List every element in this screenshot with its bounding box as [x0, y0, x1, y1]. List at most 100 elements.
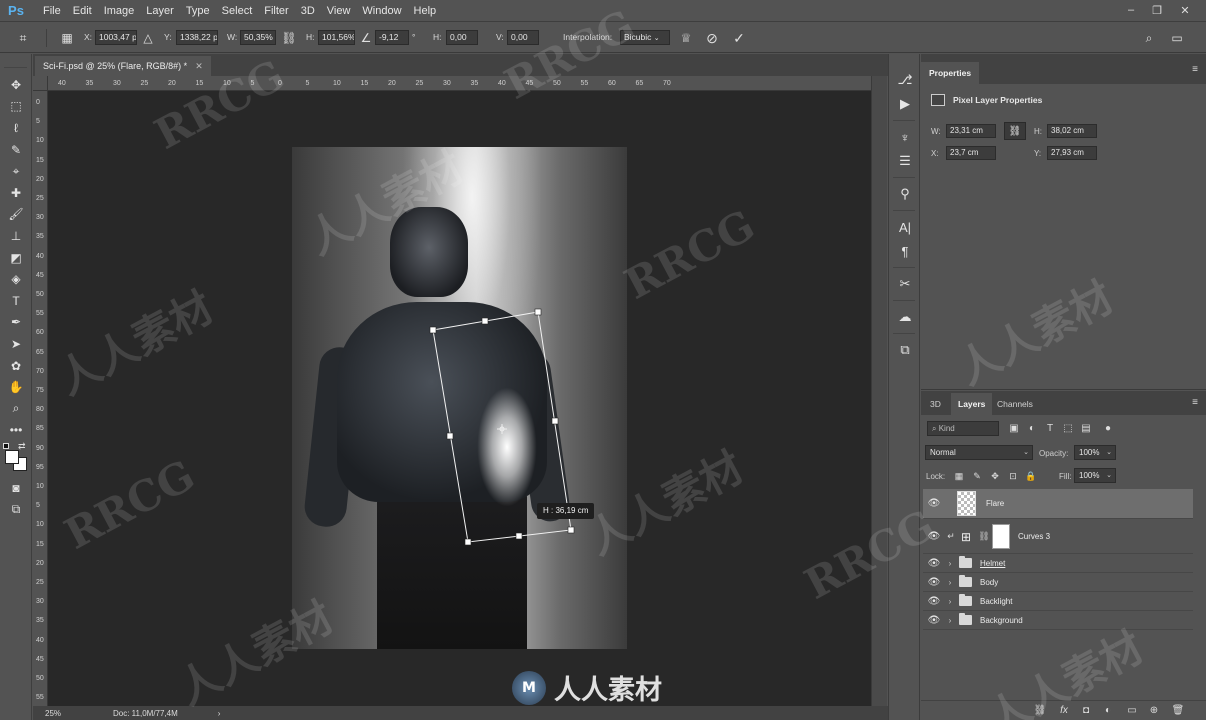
workspace-icon[interactable]: ▭: [1168, 29, 1186, 47]
layer-name[interactable]: Background: [980, 616, 1023, 625]
cancel-transform-icon[interactable]: ⊘: [703, 29, 721, 47]
menu-select[interactable]: Select: [216, 0, 259, 22]
custom-shape-icon[interactable]: ✿: [0, 355, 32, 377]
filter-type-icon[interactable]: T: [1043, 421, 1057, 436]
menu-layer[interactable]: Layer: [140, 0, 180, 22]
layer-name[interactable]: Curves 3: [1018, 532, 1050, 541]
screen-mode-icon[interactable]: ⧉: [0, 499, 32, 521]
vskew-field[interactable]: 0,00: [507, 30, 539, 45]
menu-image[interactable]: Image: [98, 0, 141, 22]
visibility-eye-icon[interactable]: 👁: [923, 498, 945, 509]
paragraph-icon[interactable]: ¶: [889, 239, 921, 263]
visibility-eye-icon[interactable]: 👁: [923, 558, 945, 569]
eraser-tool-icon[interactable]: ◩: [0, 247, 32, 269]
character-icon[interactable]: A|: [889, 215, 921, 239]
mask-link-icon[interactable]: ⛓: [978, 531, 990, 542]
menu-3d[interactable]: 3D: [295, 0, 321, 22]
link-icon[interactable]: ⛓: [280, 29, 298, 47]
dock-grip[interactable]: [889, 54, 919, 68]
zoom-tool-icon[interactable]: ⌕: [0, 398, 32, 420]
foreground-color-swatch[interactable]: [5, 450, 19, 465]
layer-mask-thumbnail[interactable]: [992, 524, 1010, 549]
move-tool-icon[interactable]: ✥: [0, 74, 32, 96]
menu-file[interactable]: File: [37, 0, 67, 22]
expand-chevron-icon[interactable]: ›: [945, 578, 955, 587]
history-icon[interactable]: ⎇: [889, 68, 921, 92]
status-menu-arrow-icon[interactable]: ›: [218, 709, 221, 718]
expand-chevron-icon[interactable]: ›: [945, 559, 955, 568]
layer-name[interactable]: Helmet: [980, 559, 1005, 568]
prop-h-field[interactable]: 38,02 cm: [1047, 124, 1097, 138]
restore-button[interactable]: ❐: [1144, 0, 1170, 20]
zoom-level[interactable]: 25%: [33, 709, 77, 718]
angle-field[interactable]: -9,12: [375, 30, 409, 45]
lock-image-icon[interactable]: ✎: [971, 470, 983, 482]
lock-artboard-icon[interactable]: ⊡: [1007, 470, 1019, 482]
close-tab-icon[interactable]: ✕: [195, 61, 203, 72]
opacity-field[interactable]: 100% ⌄: [1074, 445, 1116, 460]
add-mask-icon[interactable]: ◘: [1079, 704, 1093, 718]
quick-select-tool-icon[interactable]: ✎: [0, 139, 32, 161]
menu-window[interactable]: Window: [356, 0, 407, 22]
menu-filter[interactable]: Filter: [258, 0, 294, 22]
visibility-eye-icon[interactable]: 👁: [923, 531, 945, 542]
tool-presets-icon[interactable]: ✂: [889, 272, 921, 296]
tab-properties[interactable]: Properties: [921, 62, 980, 84]
warp-icon[interactable]: ♕: [677, 29, 695, 47]
quick-mask-icon[interactable]: ◙: [0, 477, 32, 499]
panel-menu-icon[interactable]: ≡: [1192, 64, 1198, 75]
pen-tool-icon[interactable]: ✒: [0, 312, 32, 334]
vertical-ruler[interactable]: 0 5 10 15 20 25 30 35 40 45 50 55 60 65 70 75 80 85 90 95 10…: [33, 91, 48, 706]
layer-name[interactable]: Backlight: [980, 597, 1012, 606]
fill-field[interactable]: 100% ⌄: [1074, 468, 1116, 483]
ruler-corner[interactable]: [33, 76, 48, 91]
panel-grip[interactable]: [4, 56, 27, 68]
adjust-sliders-icon[interactable]: ☰: [889, 149, 921, 173]
document-tab[interactable]: Sci-Fi.psd @ 25% (Flare, RGB/8#) * ✕: [35, 56, 211, 76]
crop-tool-icon[interactable]: ⌖: [0, 160, 32, 182]
visibility-eye-icon[interactable]: 👁: [923, 577, 945, 588]
w-field[interactable]: 50,35%: [240, 30, 276, 45]
search-icon[interactable]: ⌕: [1140, 29, 1158, 47]
layer-filter-kind[interactable]: ⌕ Kind: [927, 421, 999, 436]
hand-tool-icon[interactable]: ✋: [0, 376, 32, 398]
menu-type[interactable]: Type: [180, 0, 216, 22]
brushes-icon[interactable]: ♆: [889, 125, 921, 149]
visibility-eye-icon[interactable]: 👁: [923, 596, 945, 607]
filter-adjustment-icon[interactable]: ◐: [1025, 421, 1039, 436]
filter-shape-icon[interactable]: ⬚: [1061, 421, 1075, 436]
lasso-tool-icon[interactable]: ℓ: [0, 117, 32, 139]
libraries-icon[interactable]: ☁: [889, 305, 921, 329]
link-layers-icon[interactable]: ⛓: [1033, 704, 1047, 718]
lock-transparent-icon[interactable]: ▦: [953, 470, 965, 482]
tab-channels[interactable]: Channels: [990, 393, 1040, 415]
layer-row-backlight[interactable]: 👁 › Backlight: [923, 592, 1193, 611]
more-tools-icon[interactable]: •••: [0, 420, 32, 442]
menu-edit[interactable]: Edit: [67, 0, 98, 22]
type-tool-icon[interactable]: T: [0, 290, 32, 312]
menu-help[interactable]: Help: [408, 0, 443, 22]
menu-view[interactable]: View: [321, 0, 357, 22]
adjustment-layer-icon[interactable]: ◐: [1101, 704, 1115, 718]
reference-point-icon[interactable]: ▦: [58, 29, 76, 47]
commit-transform-icon[interactable]: ✓: [730, 29, 748, 47]
layer-row-helmet[interactable]: 👁 › Helmet: [923, 554, 1193, 573]
new-layer-icon[interactable]: ⊕: [1147, 704, 1161, 718]
lock-position-icon[interactable]: ✥: [989, 470, 1001, 482]
layer-comps-icon[interactable]: ⧉: [889, 338, 921, 362]
default-colors-icon[interactable]: [3, 443, 9, 450]
expand-chevron-icon[interactable]: ›: [945, 597, 955, 606]
delete-layer-icon[interactable]: 🗑: [1171, 704, 1185, 718]
horizontal-ruler[interactable]: 40 35 30 25 20 15 10 5 0 5 10 15 20 25 30 35 40 45 50 55 60 6…: [48, 76, 871, 91]
fx-icon[interactable]: fx: [1057, 704, 1071, 718]
lock-all-icon[interactable]: 🔒: [1025, 470, 1037, 482]
stamp-tool-icon[interactable]: ⊥: [0, 225, 32, 247]
color-swatches[interactable]: ⇄: [0, 441, 32, 477]
h-field[interactable]: 101,56%: [318, 30, 355, 45]
hskew-field[interactable]: 0,00: [446, 30, 478, 45]
x-field[interactable]: 1003,47 px: [95, 30, 137, 45]
marquee-tool-icon[interactable]: ⬚: [0, 96, 32, 118]
clone-source-icon[interactable]: ⚲: [889, 182, 921, 206]
layer-name[interactable]: Flare: [986, 499, 1004, 508]
minimize-button[interactable]: –: [1118, 0, 1144, 20]
